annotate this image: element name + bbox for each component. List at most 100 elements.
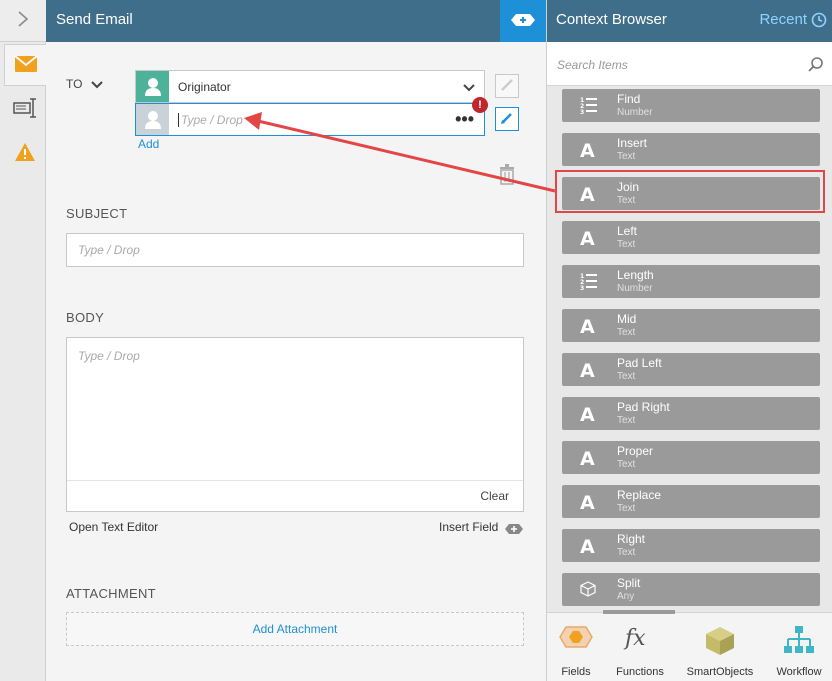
function-item-pad-left[interactable]: A Pad Left Text	[562, 353, 820, 386]
function-type: Text	[617, 239, 636, 250]
list-number-icon: 123	[580, 272, 598, 295]
subject-input[interactable]: Type / Drop	[66, 233, 524, 267]
smartobject-cube-icon	[704, 625, 736, 660]
add-field-icon	[511, 13, 535, 30]
function-name: Length	[617, 268, 654, 282]
function-item-proper[interactable]: A Proper Text	[562, 441, 820, 474]
context-browser-tabs: Fields fx Functions SmartObjects Workflo…	[547, 612, 832, 681]
body-label: BODY	[66, 310, 105, 325]
properties-tab[interactable]	[4, 88, 46, 130]
svg-text:3: 3	[580, 285, 584, 290]
recent-link[interactable]: Recent	[759, 11, 807, 28]
tab-workflow[interactable]: Workflow	[765, 613, 832, 681]
function-type: Text	[617, 547, 636, 558]
edit-recipient-button[interactable]	[495, 107, 519, 131]
list-scroll-indicator[interactable]	[603, 610, 675, 614]
insert-field-icon[interactable]	[505, 522, 523, 537]
function-item-right[interactable]: A Right Text	[562, 529, 820, 562]
function-item-pad-right[interactable]: A Pad Right Text	[562, 397, 820, 430]
workflow-tree-icon	[783, 625, 815, 658]
pencil-icon	[500, 111, 514, 128]
clock-icon[interactable]	[811, 12, 827, 31]
context-browser-header: Context Browser Recent	[547, 0, 832, 42]
add-attachment-button[interactable]: Add Attachment	[66, 612, 524, 646]
warnings-tab[interactable]	[4, 132, 46, 174]
function-item-insert[interactable]: A Insert Text	[562, 133, 820, 166]
subject-label: SUBJECT	[66, 206, 128, 221]
function-type: Text	[617, 459, 636, 470]
text-a-icon: A	[580, 140, 595, 162]
tab-smartobjects-label: SmartObjects	[686, 666, 754, 678]
function-type: Text	[617, 415, 636, 426]
function-type: Text	[617, 503, 636, 514]
svg-text:3: 3	[580, 109, 584, 114]
function-item-left[interactable]: A Left Text	[562, 221, 820, 254]
tab-functions[interactable]: fx Functions	[605, 613, 675, 681]
pencil-icon	[500, 78, 514, 95]
text-a-icon: A	[580, 404, 595, 426]
recipient-value: Originator	[178, 80, 231, 94]
trash-icon[interactable]	[498, 163, 516, 188]
edit-recipient-button-disabled[interactable]	[495, 74, 519, 98]
insert-field-link[interactable]: Insert Field	[439, 520, 498, 534]
recipient-originator[interactable]: Originator	[135, 70, 485, 103]
text-a-icon: A	[580, 492, 595, 514]
fx-icon: fx	[623, 625, 657, 654]
function-name: Mid	[617, 312, 637, 326]
text-a-icon: A	[580, 316, 595, 338]
warning-icon	[14, 142, 36, 165]
text-field-icon	[13, 97, 37, 121]
body-textarea[interactable]: Type / Drop Clear	[66, 337, 524, 512]
function-item-length[interactable]: 1 2 3 Length Number	[562, 265, 820, 298]
body-divider	[67, 480, 523, 481]
search-input[interactable]: Search Items	[557, 58, 628, 72]
add-recipient-link[interactable]: Add	[138, 137, 159, 151]
function-item-mid[interactable]: A Mid Text	[562, 309, 820, 342]
function-type: Any	[617, 591, 635, 602]
list-number-icon: 123	[580, 96, 598, 119]
text-a-icon: A	[580, 536, 595, 558]
tab-functions-label: Functions	[616, 666, 664, 678]
function-name: Proper	[617, 444, 654, 458]
search-icon[interactable]	[807, 56, 825, 77]
tab-smartobjects[interactable]: SmartObjects	[675, 613, 765, 681]
attachment-label: ATTACHMENT	[66, 586, 156, 601]
function-item-split[interactable]: Split Any	[562, 573, 820, 606]
fields-hexagon-icon	[559, 625, 593, 652]
expand-panel-button[interactable]	[0, 0, 46, 42]
to-label: TO	[66, 77, 83, 91]
tab-fields[interactable]: Fields	[547, 613, 605, 681]
chevron-down-icon[interactable]	[462, 81, 476, 96]
search-box[interactable]: Search Items	[547, 42, 832, 86]
function-type: Text	[617, 327, 636, 338]
function-name: Left	[617, 224, 638, 238]
cube-outline-icon	[580, 580, 596, 602]
function-name: Right	[617, 532, 646, 546]
insert-field-toggle-button[interactable]	[500, 0, 546, 42]
function-type: Text	[617, 371, 636, 382]
function-type: Text	[617, 151, 636, 162]
new-recipient-input[interactable]: Type / Drop •••	[135, 103, 485, 136]
function-name: Insert	[617, 136, 648, 150]
chevron-right-icon	[17, 10, 29, 31]
user-avatar-icon	[136, 71, 169, 102]
function-item-find[interactable]: 1 2 3 Find Number	[562, 89, 820, 122]
user-placeholder-icon	[136, 104, 169, 135]
error-icon: !	[472, 97, 488, 113]
open-text-editor-link[interactable]: Open Text Editor	[69, 520, 158, 534]
text-a-icon: A	[580, 448, 595, 470]
new-recipient-placeholder: Type / Drop	[178, 113, 243, 127]
function-name: Split	[617, 576, 641, 590]
tab-fields-label: Fields	[561, 666, 591, 678]
function-item-replace[interactable]: A Replace Text	[562, 485, 820, 518]
email-tab[interactable]	[4, 44, 46, 86]
page-title: Send Email	[56, 11, 133, 28]
clear-body-link[interactable]: Clear	[480, 489, 509, 503]
function-name: Pad Right	[617, 400, 670, 414]
function-type: Number	[617, 107, 653, 118]
to-dropdown-chevron-icon[interactable]	[90, 78, 104, 93]
function-name: Find	[617, 92, 641, 106]
editor-header: Send Email	[46, 0, 546, 42]
function-type: Number	[617, 283, 653, 294]
more-options-icon[interactable]: •••	[455, 109, 474, 130]
